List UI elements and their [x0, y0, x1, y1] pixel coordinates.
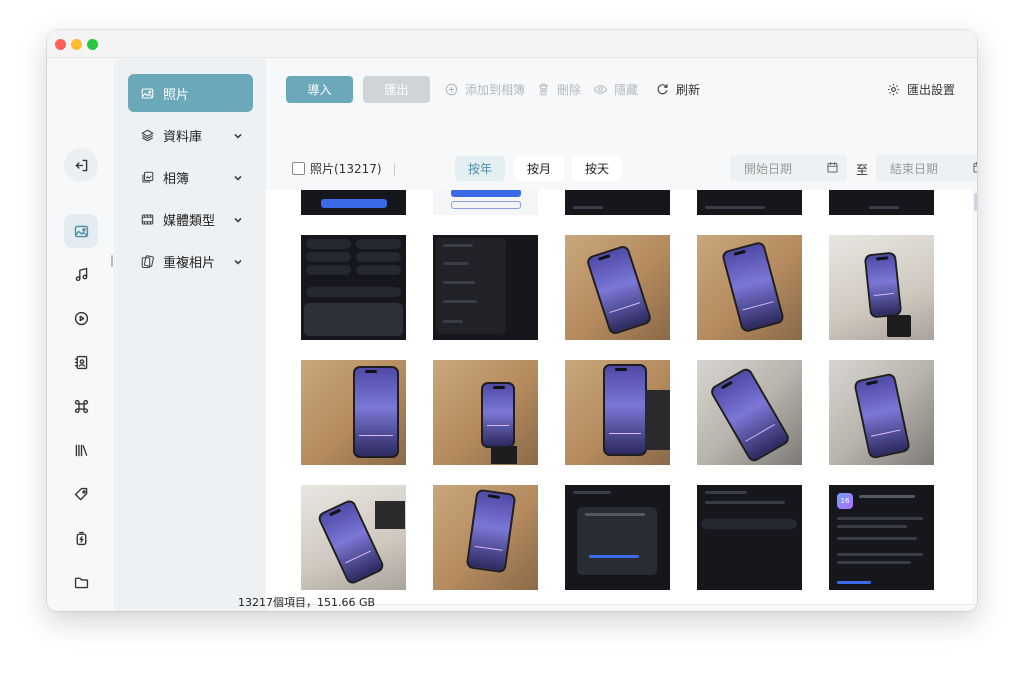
- contacts-icon[interactable]: [64, 345, 98, 379]
- trash-icon: [539, 83, 548, 96]
- photo-thumbnail[interactable]: [829, 235, 934, 340]
- tab-by-year[interactable]: 按年: [455, 156, 505, 181]
- sidebar: 照片 資料庫 相簿 媒體類型 重複相片: [116, 59, 266, 611]
- tab-by-month[interactable]: 按月: [514, 156, 564, 181]
- photo-thumbnail[interactable]: [433, 235, 538, 340]
- photo-thumbnail[interactable]: [301, 360, 406, 465]
- photo-thumbnail[interactable]: [301, 235, 406, 340]
- photo-thumbnail[interactable]: [697, 235, 802, 340]
- delete-button[interactable]: 刪除: [536, 76, 581, 103]
- tag-icon[interactable]: [64, 477, 98, 511]
- title-bar: [47, 30, 977, 58]
- layers-icon: [141, 129, 154, 141]
- photo-thumbnail[interactable]: [433, 360, 538, 465]
- sidebar-item-photos[interactable]: 照片: [128, 74, 253, 112]
- chevron-down-icon[interactable]: [233, 130, 243, 140]
- refresh-button[interactable]: 刷新: [655, 76, 700, 103]
- ios-logo: 16: [837, 493, 853, 509]
- eye-icon: [593, 85, 608, 94]
- calendar-icon: [827, 162, 838, 173]
- sidebar-item-label: 照片: [163, 87, 190, 103]
- photo-thumbnail[interactable]: [697, 190, 802, 215]
- export-settings-button[interactable]: 匯出設置: [886, 76, 955, 103]
- item-count-status: 13217個項目，151.66 GB: [238, 596, 376, 609]
- photo-thumbnail[interactable]: [829, 360, 934, 465]
- photos-icon[interactable]: [64, 214, 98, 248]
- select-all-label: 照片(13217): [310, 162, 382, 176]
- sidebar-item-label: 相簿: [163, 171, 190, 187]
- export-button[interactable]: 匯出: [363, 76, 430, 103]
- app-window: 照片 資料庫 相簿 媒體類型 重複相片 導入 匯出 添加到相簿 刪除 隱藏 刷新…: [47, 30, 977, 611]
- chevron-down-icon[interactable]: [233, 256, 243, 266]
- photo-thumbnail[interactable]: [697, 485, 802, 590]
- folder-icon[interactable]: [64, 565, 98, 599]
- video-icon[interactable]: [64, 301, 98, 335]
- date-range-separator: 至: [856, 163, 869, 177]
- import-button[interactable]: 導入: [286, 76, 353, 103]
- chevron-down-icon[interactable]: [233, 172, 243, 182]
- duplicate-icon: [141, 254, 154, 268]
- rail-active-marker: [111, 255, 113, 267]
- tab-by-day[interactable]: 按天: [572, 156, 622, 181]
- chevron-down-icon[interactable]: [233, 214, 243, 224]
- photo-thumbnail[interactable]: [565, 360, 670, 465]
- sidebar-item-label: 媒體類型: [163, 213, 216, 229]
- main-panel: 導入 匯出 添加到相簿 刪除 隱藏 刷新 匯出設置 照片(13217) 按年 按…: [266, 59, 977, 611]
- books-icon[interactable]: [64, 433, 98, 467]
- photo-thumbnail[interactable]: [565, 235, 670, 340]
- exit-icon[interactable]: [64, 148, 98, 182]
- photo-icon: [141, 87, 154, 99]
- photo-thumbnail[interactable]: [565, 485, 670, 590]
- start-date-placeholder: 開始日期: [744, 161, 793, 176]
- plus-circle-icon: [445, 83, 458, 96]
- zoom-window-button[interactable]: [87, 39, 98, 50]
- album-icon: [142, 171, 154, 183]
- refresh-icon: [657, 84, 668, 95]
- apps-icon[interactable]: [64, 389, 98, 423]
- grid-scrollbar[interactable]: [974, 193, 977, 211]
- gear-icon: [887, 83, 900, 96]
- export-settings-label: 匯出設置: [907, 83, 956, 97]
- minimize-window-button[interactable]: [71, 39, 82, 50]
- photo-thumbnail[interactable]: 16: [829, 485, 934, 590]
- filter-bar: 照片(13217) 按年 按月 按天 開始日期 至 結束日期: [266, 152, 977, 186]
- end-date-placeholder: 結束日期: [890, 161, 939, 176]
- film-icon: [141, 213, 154, 225]
- music-icon[interactable]: [64, 257, 98, 291]
- end-date-input[interactable]: 結束日期: [876, 155, 977, 181]
- battery-icon[interactable]: [64, 521, 98, 555]
- photo-grid: 16: [266, 190, 972, 604]
- delete-label: 刪除: [557, 83, 582, 97]
- photo-thumbnail[interactable]: [301, 190, 406, 215]
- hide-button[interactable]: 隱藏: [593, 76, 638, 103]
- start-date-input[interactable]: 開始日期: [730, 155, 847, 181]
- photo-thumbnail[interactable]: [301, 485, 406, 590]
- divider: [394, 163, 395, 176]
- refresh-label: 刷新: [676, 83, 701, 97]
- add-to-album-label: 添加到相簿: [465, 83, 526, 97]
- photo-thumbnail[interactable]: [829, 190, 934, 215]
- icon-rail: [47, 59, 115, 611]
- photo-thumbnail[interactable]: [565, 190, 670, 215]
- close-window-button[interactable]: [55, 39, 66, 50]
- sidebar-item-albums[interactable]: 相簿: [128, 158, 253, 196]
- photo-thumbnail[interactable]: [433, 190, 538, 215]
- toolbar: 導入 匯出 添加到相簿 刪除 隱藏 刷新 匯出設置: [266, 59, 977, 119]
- sidebar-item-library[interactable]: 資料庫: [128, 116, 253, 154]
- photo-thumbnail[interactable]: [433, 485, 538, 590]
- select-all-checkbox[interactable]: [292, 162, 305, 175]
- sidebar-item-media-types[interactable]: 媒體類型: [128, 200, 253, 238]
- add-to-album-button[interactable]: 添加到相簿: [444, 76, 525, 103]
- hide-label: 隱藏: [614, 83, 639, 97]
- sidebar-item-label: 重複相片: [163, 255, 216, 271]
- sidebar-item-label: 資料庫: [163, 129, 203, 145]
- sidebar-item-duplicates[interactable]: 重複相片: [128, 242, 253, 280]
- calendar-icon: [973, 162, 977, 173]
- photo-thumbnail[interactable]: [697, 360, 802, 465]
